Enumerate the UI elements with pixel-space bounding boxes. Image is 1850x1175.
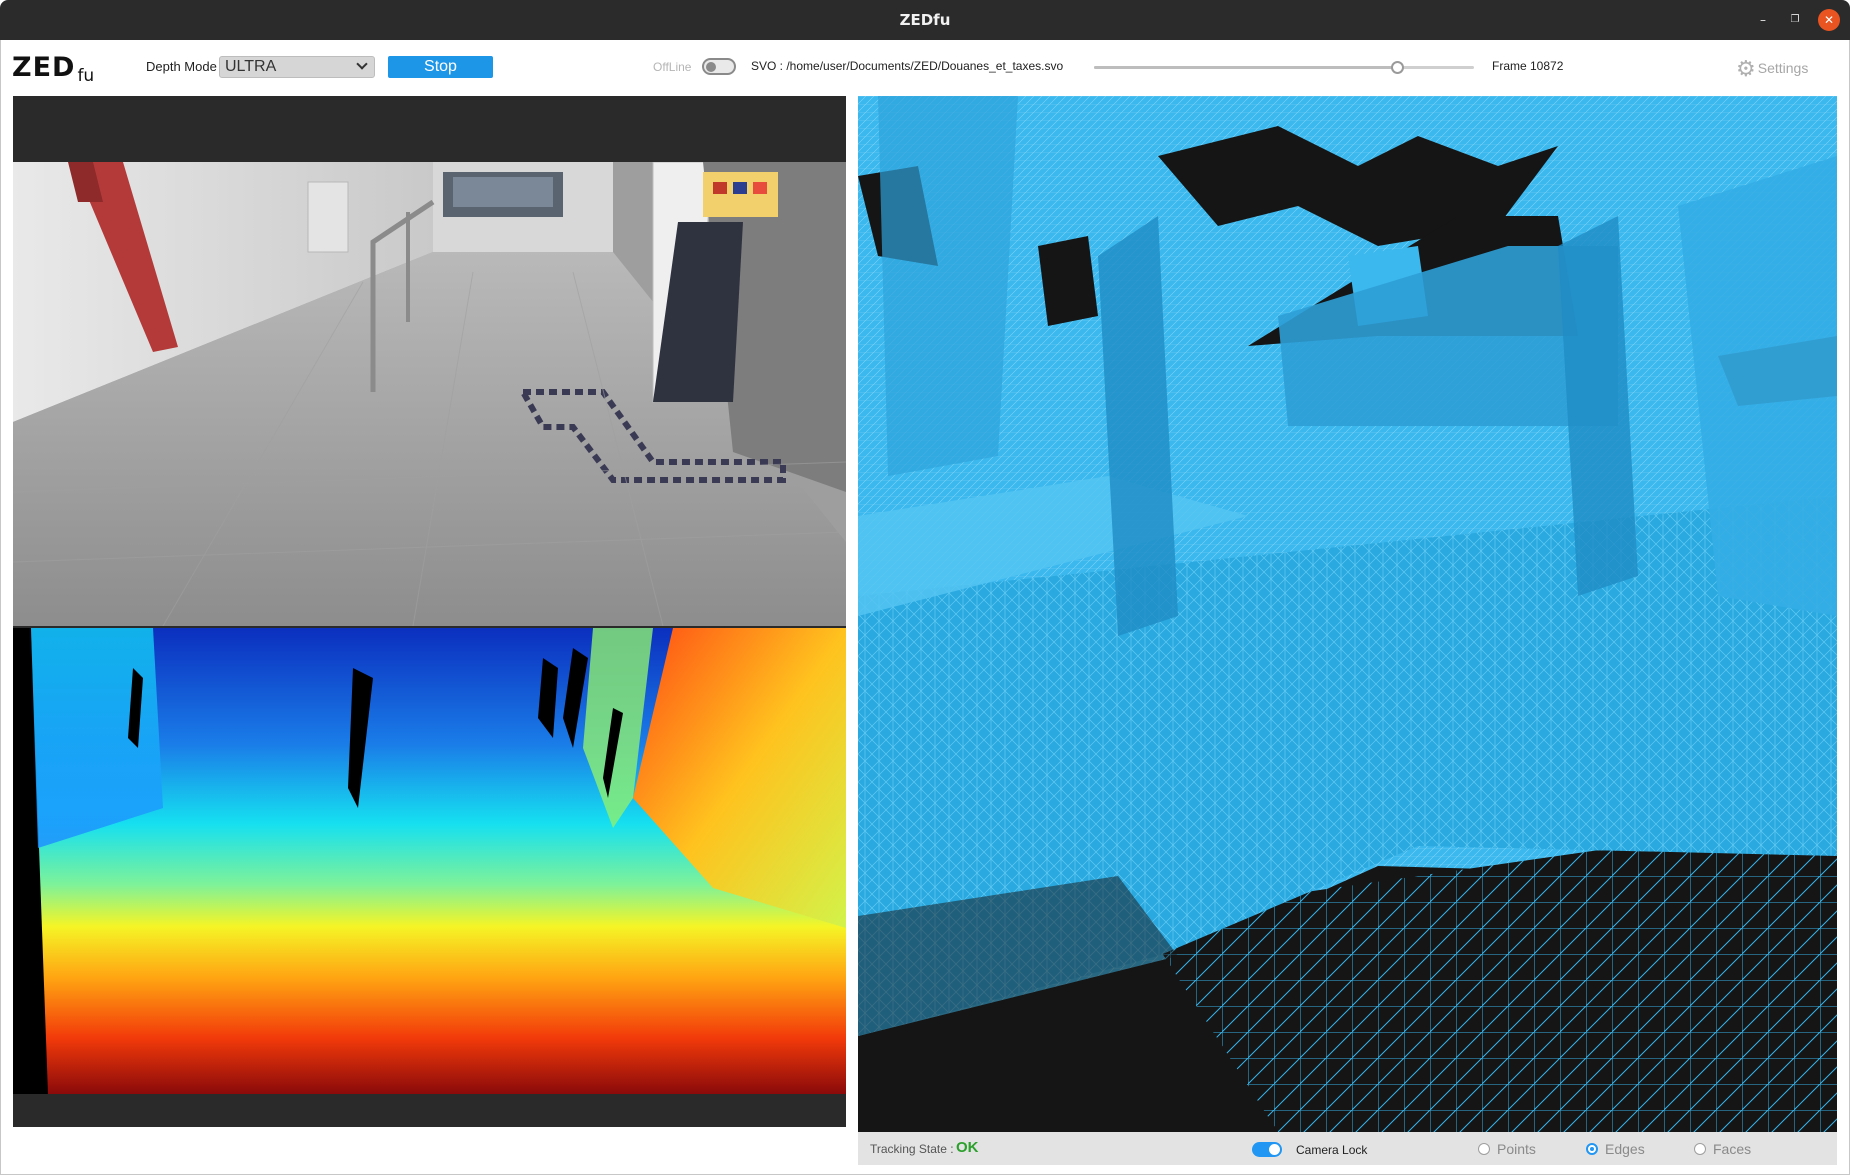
zedfu-logo: ZED fu xyxy=(12,52,95,86)
offline-toggle[interactable] xyxy=(702,58,736,75)
settings-button[interactable]: ⚙ Settings xyxy=(1736,56,1809,81)
tracking-state-label: Tracking State : xyxy=(870,1142,954,1156)
tracking-state-value: OK xyxy=(956,1139,979,1156)
playback-slider-fill xyxy=(1094,66,1398,69)
stop-button[interactable]: Stop xyxy=(388,56,493,78)
minimize-icon[interactable]: – xyxy=(1752,9,1774,31)
rgb-camera-view xyxy=(13,162,846,626)
mesh-view-panel[interactable] xyxy=(858,96,1837,1132)
offline-label: OffLine xyxy=(653,60,692,74)
spatial-mapping-mesh[interactable] xyxy=(858,96,1837,1132)
playback-slider[interactable] xyxy=(1094,61,1474,74)
close-icon[interactable]: ✕ xyxy=(1818,9,1840,31)
status-bar: Tracking State : OK Camera Lock Points E… xyxy=(858,1132,1837,1165)
offline-toggle-knob xyxy=(706,61,716,72)
camera-lock-toggle-knob xyxy=(1269,1144,1280,1155)
display-mode-faces-label: Faces xyxy=(1713,1141,1752,1157)
title-bar: ZEDfu – ❐ ✕ xyxy=(0,0,1850,40)
camera-lock-label: Camera Lock xyxy=(1296,1143,1368,1157)
depth-mode-value: ULTRA xyxy=(225,58,277,75)
depth-mode-select[interactable]: ULTRA xyxy=(219,56,375,78)
rgb-camera-image xyxy=(13,162,846,626)
camera-lock-toggle[interactable] xyxy=(1252,1142,1282,1157)
radio-dot xyxy=(1478,1143,1490,1155)
maximize-icon[interactable]: ❐ xyxy=(1784,9,1806,31)
settings-label: Settings xyxy=(1757,60,1809,76)
left-view-panel xyxy=(13,96,846,1127)
window-title: ZEDfu xyxy=(899,11,951,29)
display-mode-edges-label: Edges xyxy=(1605,1141,1645,1157)
logo-sub: fu xyxy=(77,66,95,86)
playback-slider-handle[interactable] xyxy=(1391,61,1405,74)
frame-counter: Frame 10872 xyxy=(1492,59,1564,73)
depth-map-image xyxy=(13,628,846,1094)
radio-dot xyxy=(1694,1143,1706,1155)
depth-mode-label: Depth Mode xyxy=(146,59,217,74)
gear-icon: ⚙ xyxy=(1736,56,1756,81)
logo-main: ZED xyxy=(12,52,76,83)
depth-map-view xyxy=(13,628,846,1094)
radio-dot xyxy=(1586,1143,1598,1155)
display-mode-points-label: Points xyxy=(1497,1141,1536,1157)
svo-path: SVO : /home/user/Documents/ZED/Douanes_e… xyxy=(751,59,1064,73)
chevron-down-icon xyxy=(356,58,368,70)
